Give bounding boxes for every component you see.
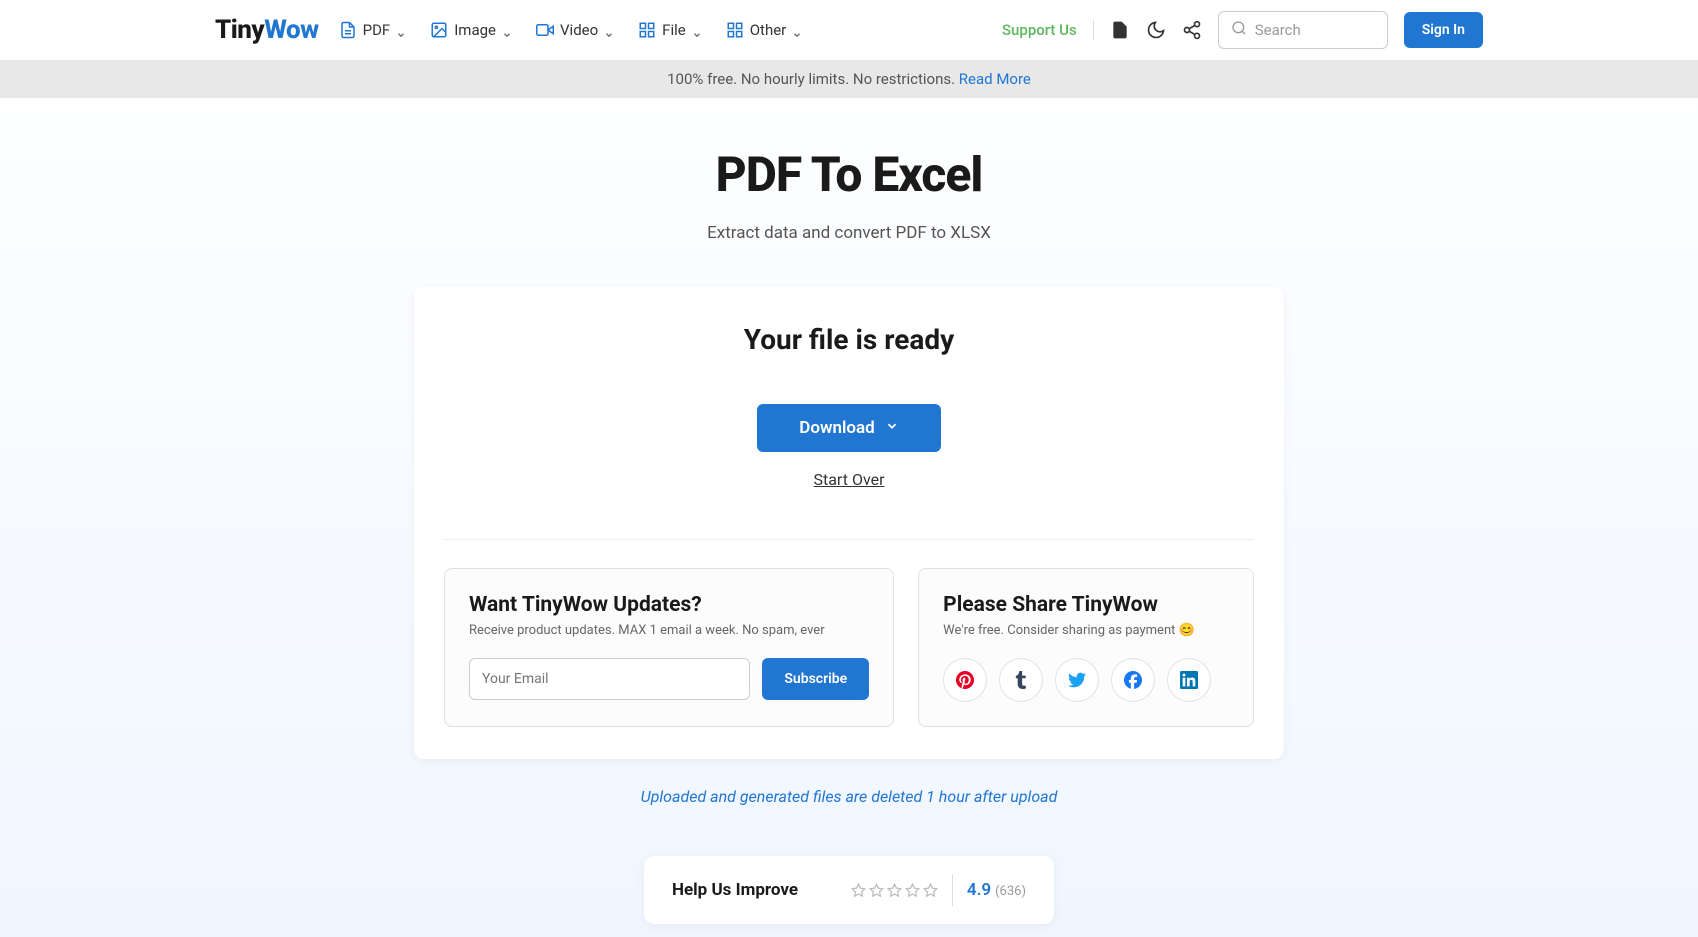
share-icon[interactable] [1182, 20, 1202, 40]
nav-label: PDF [363, 21, 391, 39]
banner-text: 100% free. No hourly limits. No restrict… [667, 70, 959, 88]
star-icon[interactable] [851, 883, 866, 898]
nav-item-pdf[interactable]: PDF [339, 21, 407, 39]
logo-wow: Wow [264, 15, 318, 45]
banner: 100% free. No hourly limits. No restrict… [0, 60, 1698, 98]
search-input[interactable] [1255, 21, 1375, 39]
nav-label: Other [750, 21, 787, 39]
rating-right: 4.9 (636) [851, 874, 1026, 906]
files-icon[interactable] [1110, 20, 1130, 40]
star-icon[interactable] [869, 883, 884, 898]
footer-note: Uploaded and generated files are deleted… [0, 787, 1698, 806]
grid-icon [638, 21, 656, 39]
subscribe-button[interactable]: Subscribe [762, 658, 869, 700]
email-input[interactable] [469, 658, 750, 700]
page-title: PDF To Excel [0, 146, 1698, 203]
rating-value: 4.9 (636) [967, 880, 1026, 900]
image-icon [430, 21, 448, 39]
divider [952, 874, 953, 906]
share-title: Please Share TinyWow [943, 593, 1229, 617]
chevron-down-icon [502, 25, 512, 35]
nav: PDF Image Video [339, 21, 803, 39]
star-icon[interactable] [905, 883, 920, 898]
video-icon [536, 21, 554, 39]
header-left: TinyWow PDF Image [215, 15, 802, 45]
card-title: Your file is ready [444, 323, 1254, 356]
signin-button[interactable]: Sign In [1404, 12, 1483, 48]
share-subtitle: We're free. Consider sharing as payment … [943, 623, 1229, 638]
chevron-down-icon [396, 25, 406, 35]
start-over-link[interactable]: Start Over [444, 470, 1254, 489]
star-icon[interactable] [887, 883, 902, 898]
search-icon [1231, 20, 1247, 40]
moon-icon[interactable] [1146, 20, 1166, 40]
updates-panel: Want TinyWow Updates? Receive product up… [444, 568, 894, 727]
share-panel: Please Share TinyWow We're free. Conside… [918, 568, 1254, 727]
nav-label: File [662, 21, 686, 39]
rating-box: Help Us Improve 4.9 (636) [644, 856, 1054, 924]
nav-item-other[interactable]: Other [726, 21, 803, 39]
chevron-down-icon [604, 25, 614, 35]
nav-item-file[interactable]: File [638, 21, 702, 39]
facebook-button[interactable] [1111, 658, 1155, 702]
chevron-down-icon [885, 418, 899, 438]
rating-count: (636) [995, 884, 1026, 899]
twitter-button[interactable] [1055, 658, 1099, 702]
divider [444, 539, 1254, 540]
updates-title: Want TinyWow Updates? [469, 593, 869, 617]
nav-label: Image [454, 21, 496, 39]
divider [1093, 20, 1094, 40]
nav-item-video[interactable]: Video [536, 21, 614, 39]
pinterest-button[interactable] [943, 658, 987, 702]
logo-tiny: Tiny [215, 15, 264, 45]
nav-label: Video [560, 21, 598, 39]
panels: Want TinyWow Updates? Receive product up… [444, 568, 1254, 727]
download-button[interactable]: Download [757, 404, 940, 452]
grid-icon [726, 21, 744, 39]
logo[interactable]: TinyWow [215, 15, 319, 45]
stars[interactable] [851, 883, 938, 898]
support-link[interactable]: Support Us [1002, 21, 1077, 39]
chevron-down-icon [692, 25, 702, 35]
header-right: Support Us Sign In [1002, 11, 1483, 49]
nav-item-image[interactable]: Image [430, 21, 512, 39]
linkedin-button[interactable] [1167, 658, 1211, 702]
main-content: PDF To Excel Extract data and convert PD… [0, 98, 1698, 924]
header: TinyWow PDF Image [0, 0, 1698, 60]
download-label: Download [799, 418, 874, 438]
pdf-icon [339, 21, 357, 39]
page-subtitle: Extract data and convert PDF to XLSX [0, 223, 1698, 243]
tumblr-button[interactable] [999, 658, 1043, 702]
updates-subtitle: Receive product updates. MAX 1 email a w… [469, 623, 869, 638]
search-box[interactable] [1218, 11, 1388, 49]
rating-score: 4.9 [967, 880, 991, 900]
banner-link[interactable]: Read More [959, 70, 1031, 88]
star-icon[interactable] [923, 883, 938, 898]
rating-title: Help Us Improve [672, 880, 798, 900]
email-row: Subscribe [469, 658, 869, 700]
social-row [943, 658, 1229, 702]
chevron-down-icon [792, 25, 802, 35]
ready-card: Your file is ready Download Start Over W… [414, 287, 1284, 759]
